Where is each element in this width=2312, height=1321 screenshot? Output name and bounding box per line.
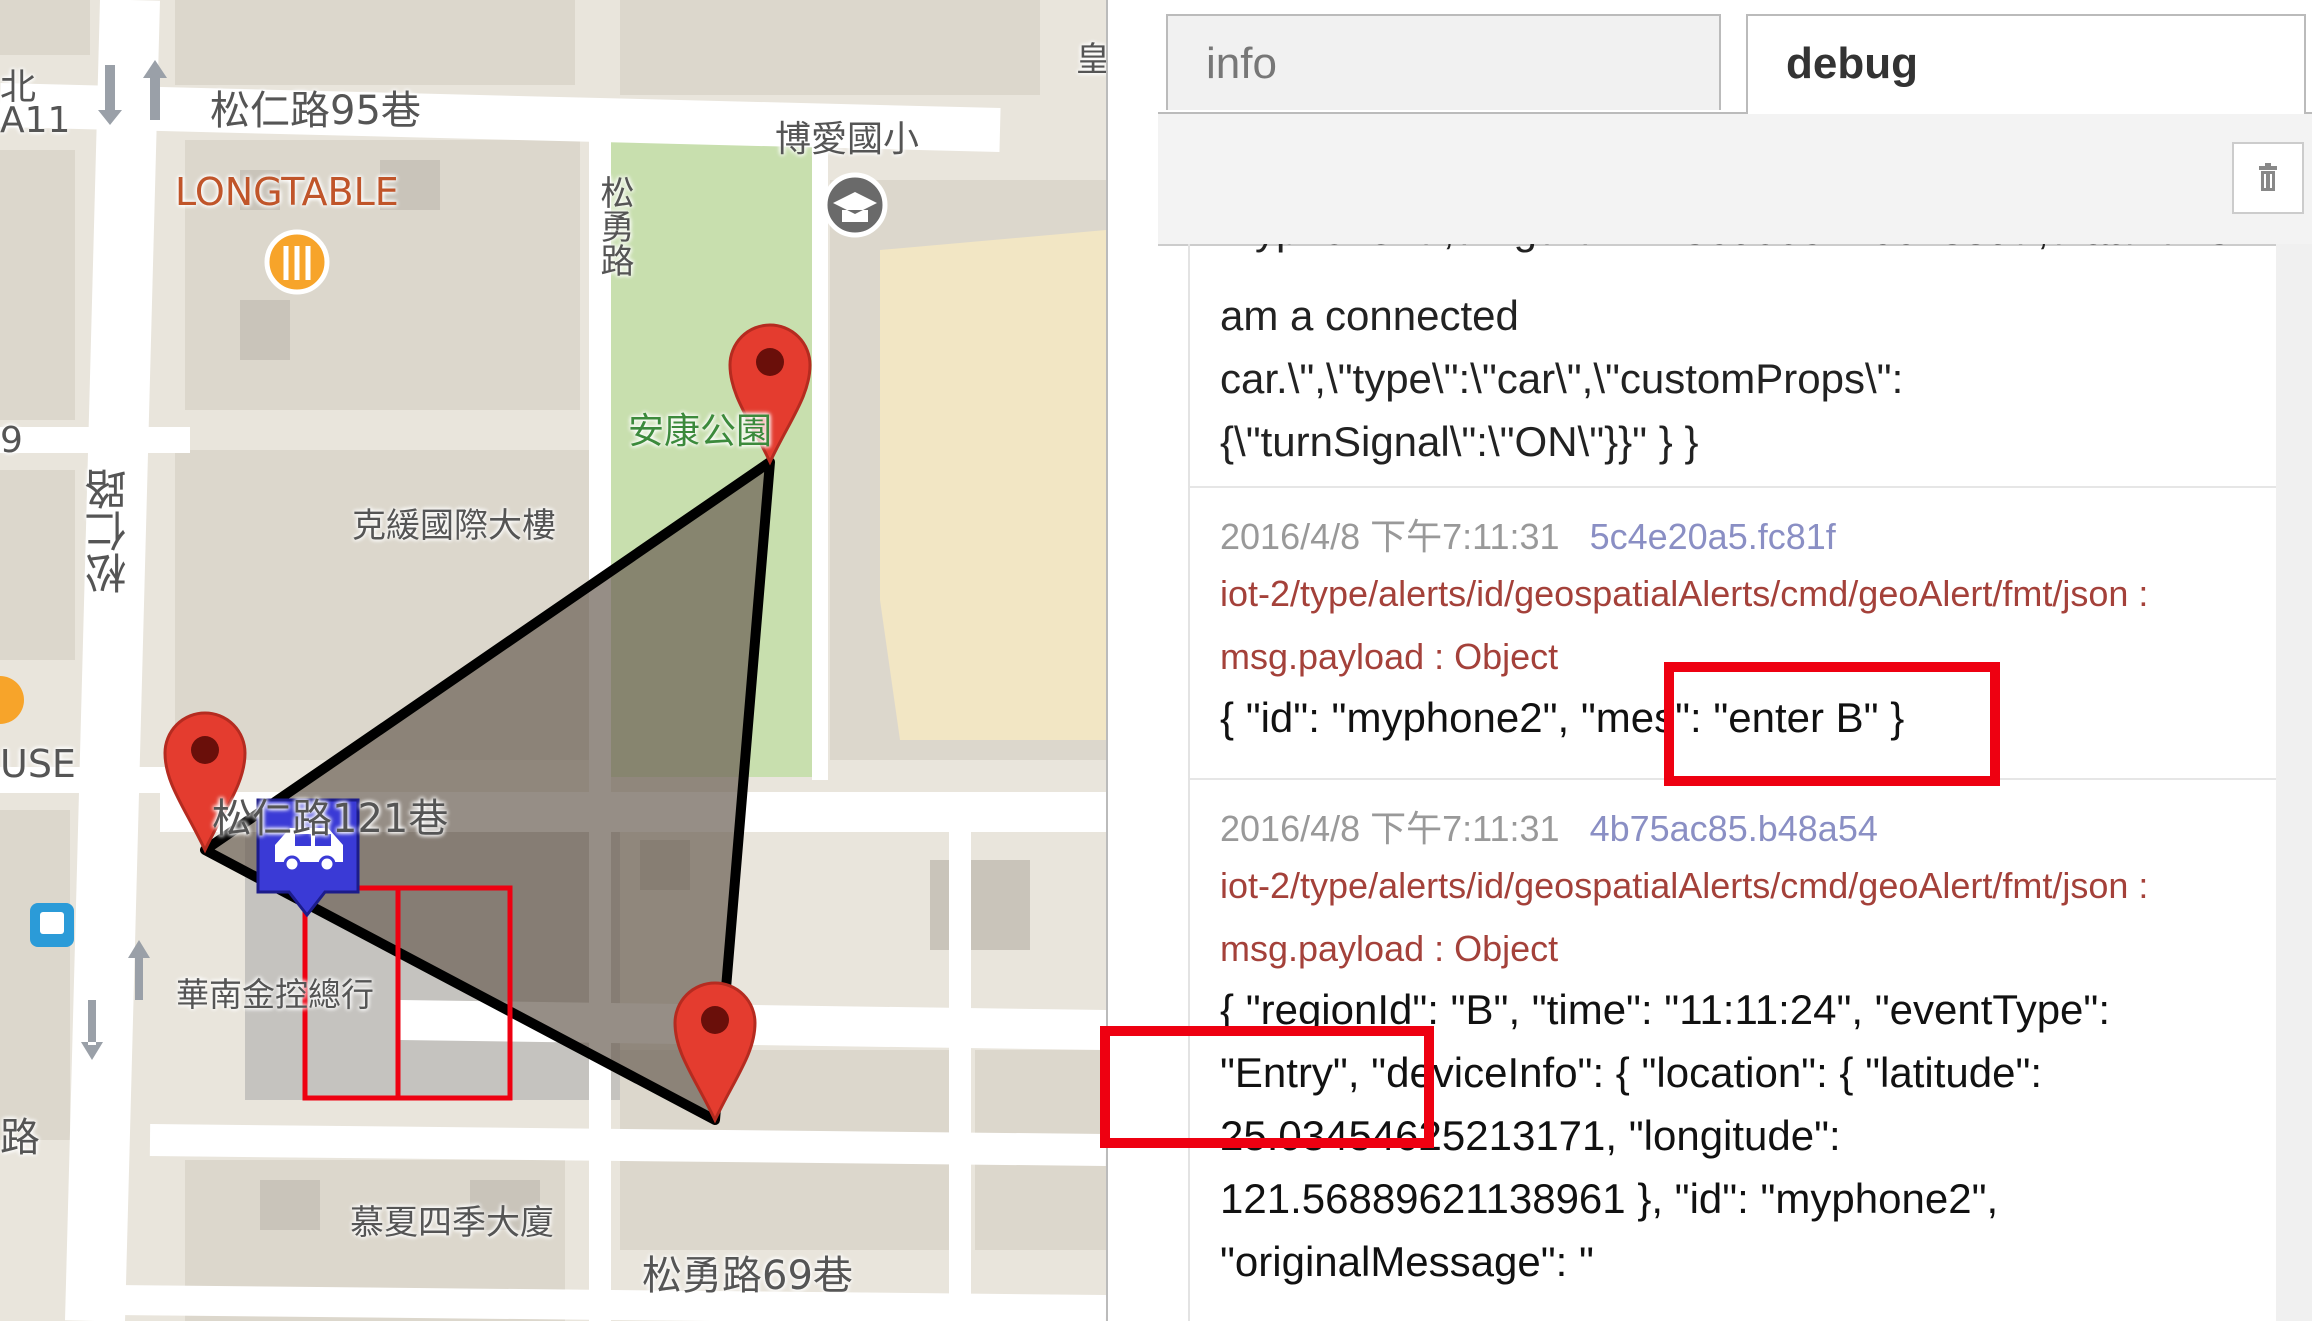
- message-body-line[interactable]: 121.56889621138961 }, "id": "myphone2",: [1220, 1167, 1998, 1230]
- building-label: 慕夏四季大廈: [350, 1203, 554, 1243]
- edge-label: 路: [0, 1115, 40, 1161]
- message-topic: iot-2/type/alerts/id/geospatialAlerts/cm…: [1220, 573, 2149, 614]
- scrollbar[interactable]: [2276, 244, 2312, 1321]
- school-label: 博愛國小: [775, 119, 920, 160]
- building-label: 克緩國際大樓: [352, 506, 556, 546]
- debug-toolbar: [1158, 112, 2312, 246]
- building-footprint: [880, 230, 1106, 740]
- park-label: 安康公園: [628, 411, 773, 452]
- message-node-id[interactable]: 4b75ac85.b48a54: [1590, 808, 1878, 849]
- map-canvas: [0, 0, 1106, 1321]
- edge-label: USE: [0, 742, 76, 786]
- message-body-line: car.\",\"type\":\"car\",\"customProps\":: [1220, 355, 1904, 402]
- tab-info[interactable]: info: [1166, 14, 1721, 110]
- lane-label: 松勇路69巷: [642, 1253, 853, 1299]
- restaurant-label: LONGTABLE: [175, 170, 399, 214]
- road-label-songren: 松仁路: [84, 468, 133, 594]
- highlight-box-enter-b: [1664, 662, 2000, 786]
- message-node-id[interactable]: 5c4e20a5.fc81f: [1590, 516, 1836, 557]
- lane-label: 松仁路121巷: [212, 796, 449, 842]
- edge-label: 皇: [1076, 40, 1106, 80]
- message-topic: iot-2/type/alerts/id/geospatialAlerts/cm…: [1220, 865, 2149, 906]
- map-view[interactable]: 松仁路95巷 博愛國小 LONGTABLE 松勇路 安康公園 克緩國際大樓 松仁…: [0, 0, 1106, 1321]
- trash-icon: [2259, 163, 2277, 191]
- building-label: 華南金控總行: [176, 975, 374, 1014]
- road-label-vertical: 松勇路: [594, 175, 634, 277]
- message-payload-type: msg.payload : Object: [1220, 928, 1559, 969]
- highlight-box-entry: [1100, 1026, 1434, 1148]
- message-body-line: am a connected: [1220, 292, 1519, 339]
- debug-message: myphone2\",\"lng\":\"121.56900812662339\…: [1190, 244, 2278, 488]
- street-label: 松仁路95巷: [210, 88, 421, 134]
- message-body-line[interactable]: "originalMessage": ": [1220, 1230, 1594, 1293]
- message-timestamp: 2016/4/8 下午7:11:31: [1220, 516, 1560, 557]
- message-payload-type: msg.payload : Object: [1220, 636, 1559, 677]
- message-body-line: {\"turnSignal\":\"ON\"}}" } }: [1220, 418, 1699, 465]
- message-meta: 2016/4/8 下午7:11:31 5c4e20a5.fc81f: [1220, 508, 1836, 560]
- restaurant-icon-edge[interactable]: [0, 676, 24, 724]
- message-timestamp: 2016/4/8 下午7:11:31: [1220, 808, 1560, 849]
- bus-icon: [40, 912, 64, 934]
- message-body-line: myphone2\",\"lng\":\"121.56900812662339\…: [1220, 244, 2243, 254]
- edge-label: A11: [0, 100, 71, 141]
- clear-log-button[interactable]: [2232, 142, 2304, 214]
- edge-label: 9: [0, 420, 23, 461]
- message-meta: 2016/4/8 下午7:11:31 4b75ac85.b48a54: [1220, 800, 1878, 852]
- tab-debug[interactable]: debug: [1746, 14, 2306, 114]
